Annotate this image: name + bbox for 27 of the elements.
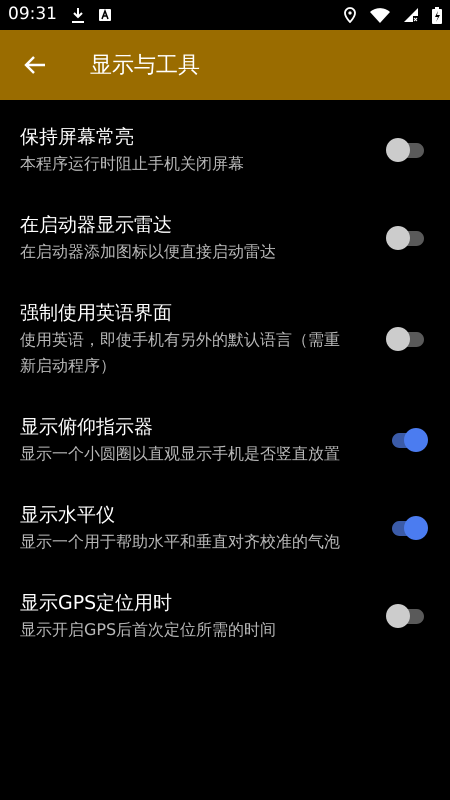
location-icon (344, 7, 356, 23)
setting-summary: 使用英语，即使手机有另外的默认语言（需重新启动程序） (20, 329, 341, 377)
setting-title: 显示GPS定位用时 (20, 591, 174, 616)
setting-summary: 显示一个小圆圈以直观显示手机是否竖直放置 (20, 443, 341, 465)
setting-summary: 显示一个用于帮助水平和垂直对齐校准的气泡 (20, 531, 341, 553)
download-icon (71, 7, 85, 23)
signal-icon (404, 8, 418, 22)
setting-summary: 本程序运行时阻止手机关闭屏幕 (20, 153, 245, 175)
setting-row[interactable]: 在启动器显示雷达 在启动器添加图标以便直接启动雷达 (0, 194, 450, 282)
wifi-icon (370, 8, 390, 22)
setting-row[interactable]: 显示俯仰指示器 显示一个小圆圈以直观显示手机是否竖直放置 (0, 396, 450, 484)
setting-summary: 在启动器添加图标以便直接启动雷达 (20, 241, 277, 263)
setting-row[interactable]: 显示水平仪 显示一个用于帮助水平和垂直对齐校准的气泡 (0, 484, 450, 572)
setting-title: 显示水平仪 (20, 503, 116, 528)
setting-row[interactable]: 显示GPS定位用时 显示开启GPS后首次定位所需的时间 (0, 572, 450, 660)
setting-summary: 显示开启GPS后首次定位所需的时间 (20, 619, 278, 641)
back-arrow-icon (24, 55, 46, 75)
setting-row[interactable]: 保持屏幕常亮 本程序运行时阻止手机关闭屏幕 (0, 106, 450, 194)
setting-title: 显示俯仰指示器 (20, 415, 154, 440)
screen-title: 显示与工具 (90, 52, 200, 80)
status-time: 09:31 (8, 3, 57, 26)
setting-title: 保持屏幕常亮 (20, 125, 135, 150)
app-notification-icon (99, 9, 111, 21)
setting-title: 强制使用英语界面 (20, 301, 173, 326)
setting-row[interactable]: 强制使用英语界面 使用英语，即使手机有另外的默认语言（需重新启动程序） (0, 282, 450, 396)
setting-title: 在启动器显示雷达 (20, 213, 173, 238)
battery-icon (432, 6, 442, 24)
